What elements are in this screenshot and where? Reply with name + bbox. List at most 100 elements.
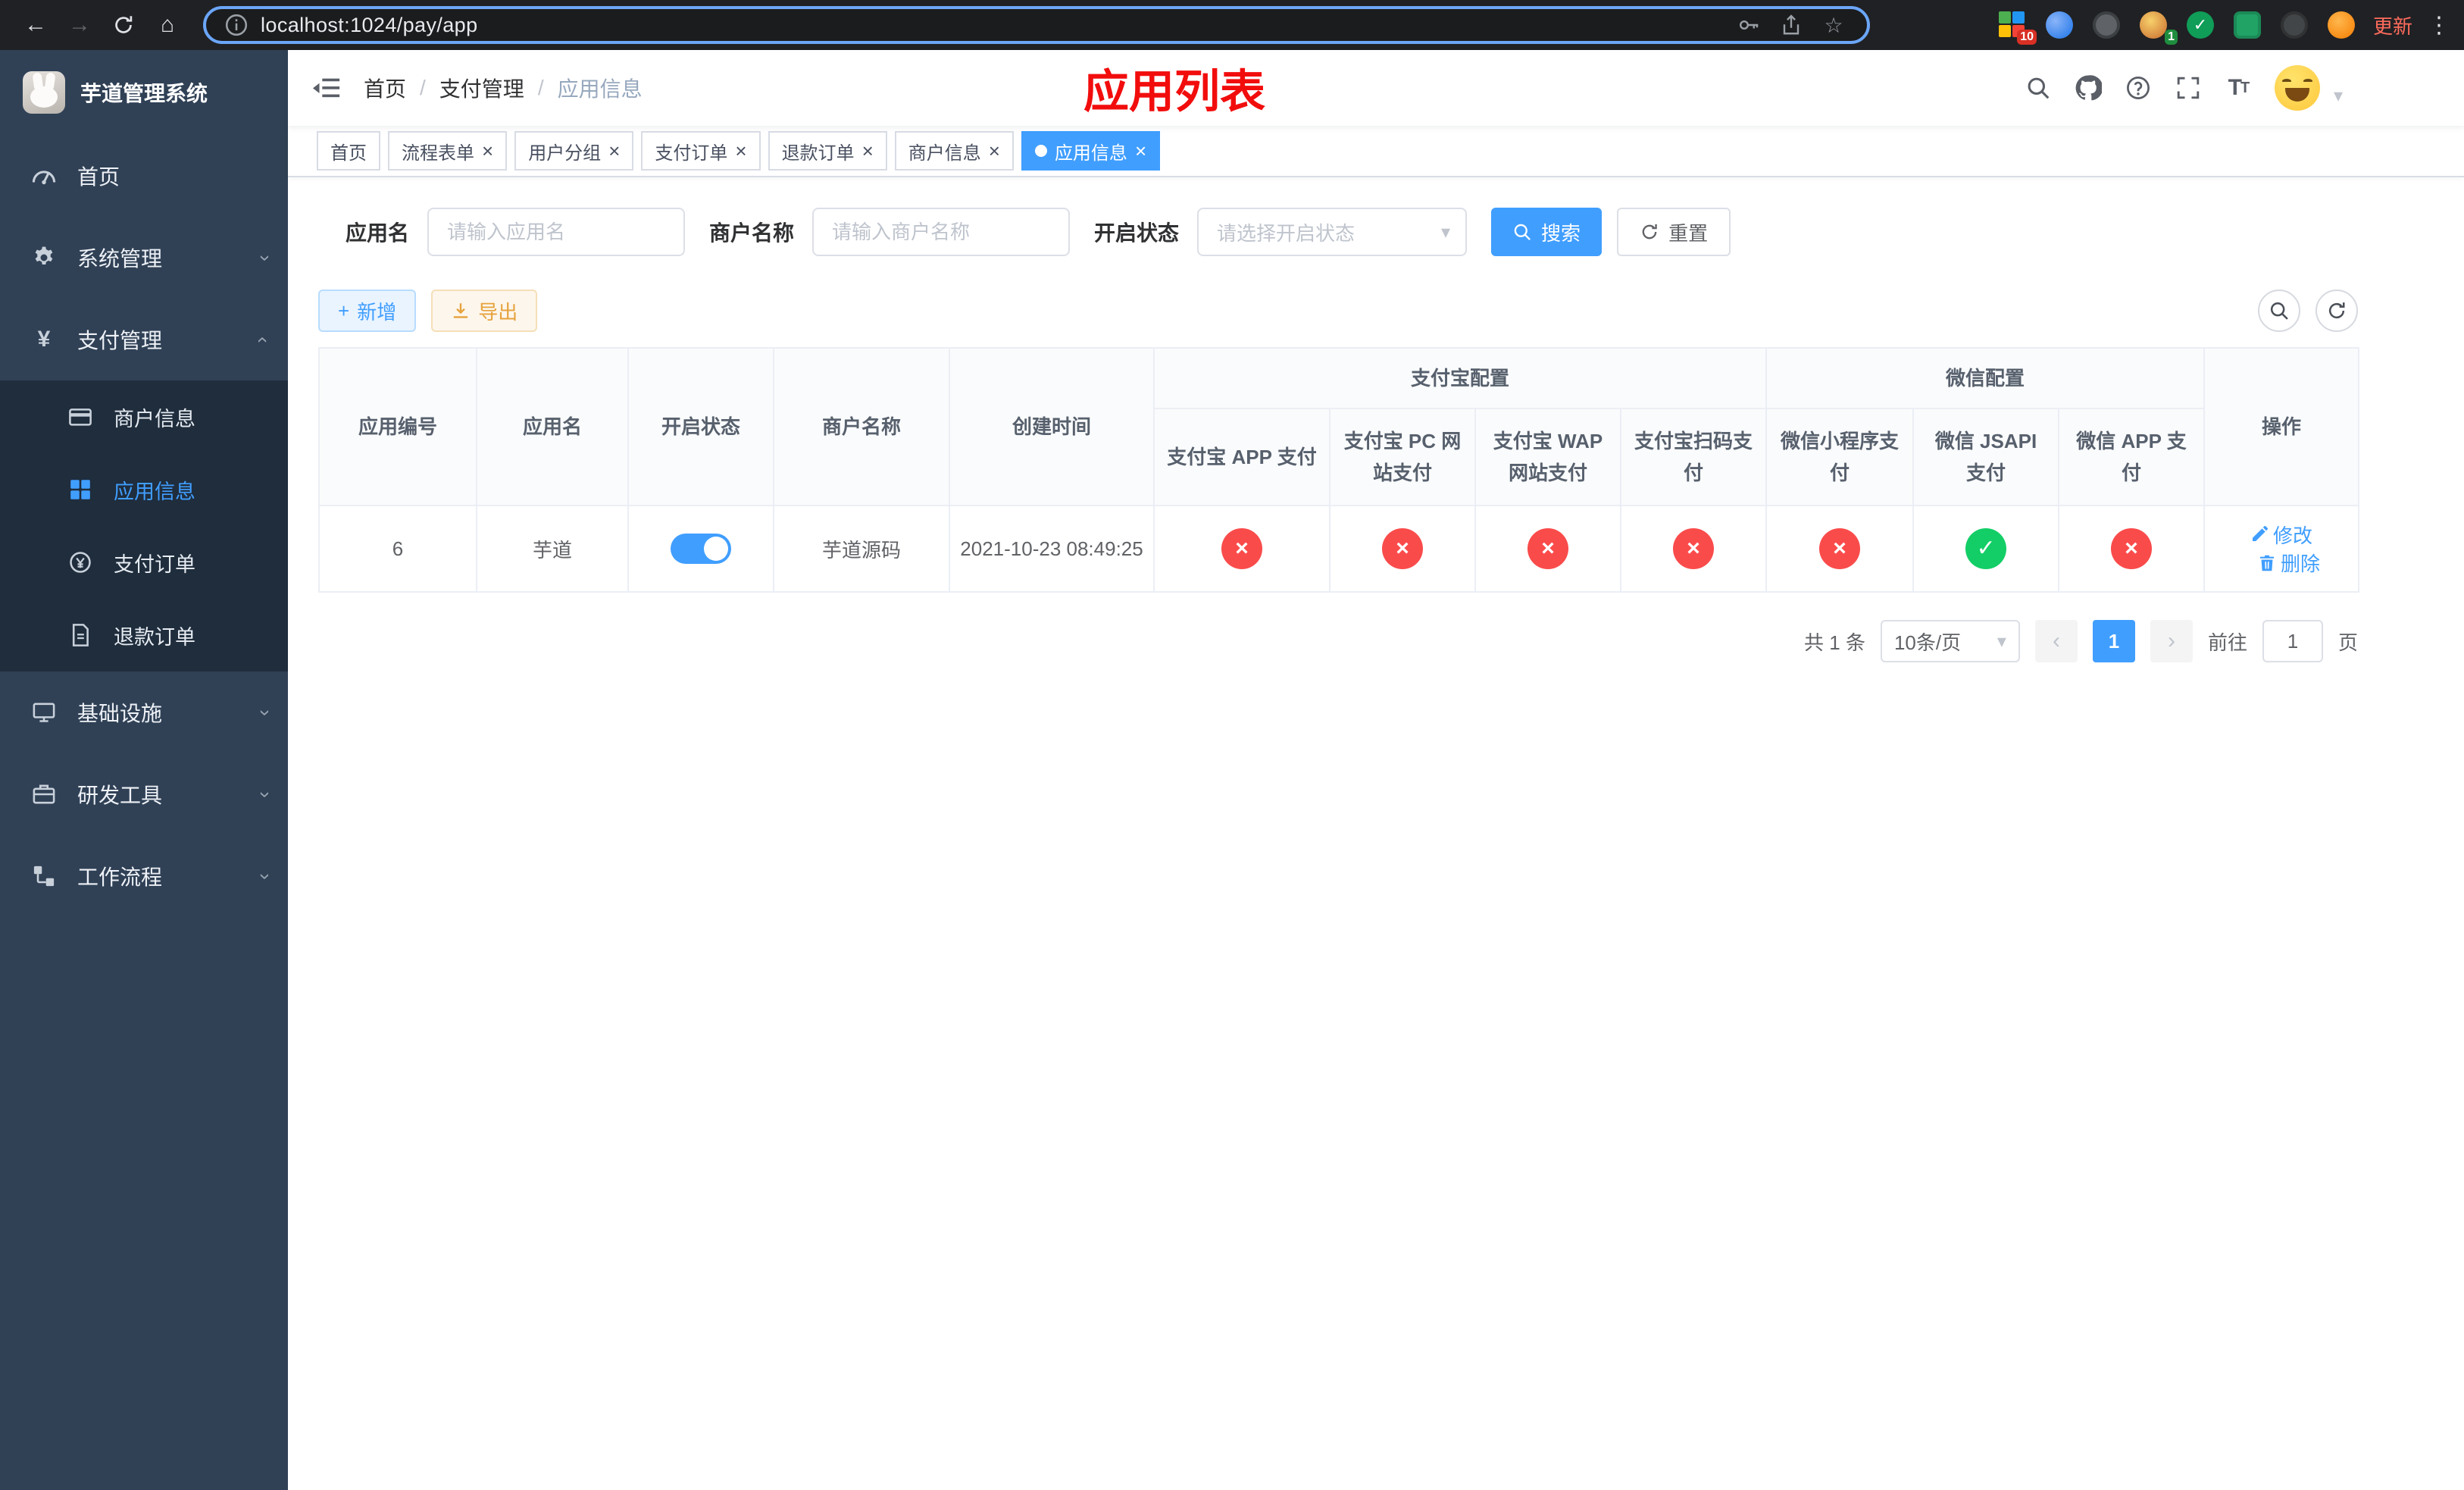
site-info-icon[interactable]: [224, 13, 249, 37]
tab-label: 首页: [330, 142, 367, 164]
sidebar-toggle-icon[interactable]: [312, 74, 341, 102]
sidebar-item-refund-order[interactable]: 退款订单: [0, 599, 288, 671]
reset-button[interactable]: 重置: [1617, 208, 1731, 256]
edit-link[interactable]: 修改: [2250, 521, 2312, 549]
home-icon[interactable]: ⌂: [147, 5, 188, 45]
next-page-button[interactable]: ›: [2150, 620, 2193, 662]
breadcrumb-home[interactable]: 首页: [364, 73, 406, 103]
sidebar-menu: 首页 系统管理 ‹ ¥ 支付管理 ‹ 商户信息 应用信息 支付订单 退款订单 基…: [0, 135, 288, 917]
extension-drop-icon[interactable]: [2045, 11, 2073, 39]
cell-alipay-pc: ×: [1329, 505, 1476, 593]
reload-icon[interactable]: [103, 5, 144, 45]
browser-menu-icon[interactable]: ⋮: [2428, 12, 2450, 39]
sidebar-item-infrastructure[interactable]: 基础设施 ‹: [0, 671, 288, 753]
table-toolbar: + 新增 导出: [318, 290, 2358, 332]
tab-app-info[interactable]: 应用信息 ×: [1021, 131, 1161, 171]
tab-refund-order[interactable]: 退款订单 ×: [768, 131, 887, 171]
sidebar-item-home[interactable]: 首页: [0, 135, 288, 217]
sidebar-item-app-info[interactable]: 应用信息: [0, 453, 288, 526]
tab-label: 流程表单: [402, 142, 474, 164]
cell-wechat-jsapi: ✓: [1912, 505, 2060, 593]
close-icon[interactable]: ×: [862, 141, 874, 161]
sidebar-item-workflow[interactable]: 工作流程 ‹: [0, 835, 288, 917]
extension-grid-icon[interactable]: 10: [1998, 11, 2037, 45]
prev-page-button[interactable]: ‹: [2034, 620, 2078, 662]
tab-pay-order[interactable]: 支付订单 ×: [641, 131, 761, 171]
share-icon[interactable]: [1776, 14, 1806, 36]
close-icon[interactable]: ×: [735, 141, 746, 161]
app-name-input[interactable]: [427, 208, 686, 256]
status-select[interactable]: 请选择开启状态 ▾: [1197, 208, 1468, 256]
user-avatar[interactable]: [2274, 65, 2320, 111]
status-toggle[interactable]: [671, 534, 731, 564]
tab-label: 用户分组: [528, 142, 602, 164]
address-bar[interactable]: localhost:1024/pay/app ☆: [203, 6, 1870, 44]
font-size-icon[interactable]: TT: [2225, 74, 2252, 102]
extension-check-icon[interactable]: ✓: [2186, 11, 2214, 39]
github-icon[interactable]: [2075, 74, 2102, 102]
breadcrumb: 首页 / 支付管理 / 应用信息: [364, 73, 643, 103]
document-icon: [67, 623, 94, 647]
toolbox-icon: [30, 782, 58, 806]
tab-label: 商户信息: [908, 142, 981, 164]
sidebar-item-pay-order[interactable]: 支付订单: [0, 526, 288, 599]
total-count: 共 1 条: [1804, 631, 1865, 654]
app-logo[interactable]: 芋道管理系统: [0, 50, 288, 135]
reset-button-label: 重置: [1668, 221, 1709, 245]
export-button-label: 导出: [478, 300, 518, 324]
page-title: 应用列表: [1083, 66, 1265, 117]
forward-icon[interactable]: →: [59, 5, 100, 45]
sidebar-item-dev-tools[interactable]: 研发工具 ‹: [0, 753, 288, 835]
col-header-actions: 操作: [2203, 347, 2360, 506]
current-page-button[interactable]: 1: [2092, 620, 2135, 662]
extension-puzzle-icon[interactable]: [2280, 11, 2308, 39]
x-circle-icon: ×: [1819, 528, 1861, 569]
tab-process-form[interactable]: 流程表单 ×: [388, 131, 508, 171]
monitor-icon: [30, 700, 58, 725]
help-icon[interactable]: [2125, 74, 2152, 102]
extension-avatar-icon[interactable]: 1: [2139, 11, 2178, 45]
tab-label: 退款订单: [781, 142, 855, 164]
merchant-name-input[interactable]: [812, 208, 1071, 256]
back-icon[interactable]: ←: [15, 5, 56, 45]
close-icon[interactable]: ×: [608, 141, 620, 161]
goto-page-input[interactable]: [2262, 620, 2323, 662]
delete-link[interactable]: 删除: [2258, 549, 2320, 577]
url-text[interactable]: localhost:1024/pay/app: [261, 14, 1721, 37]
search-button-label: 搜索: [1541, 221, 1581, 245]
export-button[interactable]: 导出: [431, 290, 538, 332]
add-button[interactable]: + 新增: [318, 290, 417, 332]
toggle-search-button[interactable]: [2258, 290, 2300, 332]
tab-home[interactable]: 首页: [317, 131, 380, 171]
tab-merchant-info[interactable]: 商户信息 ×: [894, 131, 1014, 171]
avatar-caret-icon[interactable]: ▾: [2334, 85, 2343, 107]
extension-green-square-icon[interactable]: [2233, 11, 2261, 39]
top-navbar: 首页 / 支付管理 / 应用信息 应用列表 TT ▾: [288, 50, 2464, 126]
sidebar-item-payment[interactable]: ¥ 支付管理 ‹: [0, 299, 288, 380]
sidebar-item-system[interactable]: 系统管理 ‹: [0, 217, 288, 299]
breadcrumb-payment[interactable]: 支付管理: [439, 73, 524, 103]
extension-badge: 10: [2017, 30, 2037, 45]
bookmark-star-icon[interactable]: ☆: [1818, 13, 1849, 38]
close-icon[interactable]: ×: [482, 141, 493, 161]
sidebar-item-merchant-info[interactable]: 商户信息: [0, 380, 288, 453]
page-content: 应用名 商户名称 开启状态 请选择开启状态 ▾ 搜索 重置 + 新增 导出: [288, 177, 2464, 1490]
close-icon[interactable]: ×: [1135, 141, 1146, 161]
cell-merchant: 芋道源码: [773, 505, 950, 593]
refresh-button[interactable]: [2315, 290, 2358, 332]
search-icon[interactable]: [2025, 74, 2052, 102]
extension-face-icon[interactable]: [2327, 11, 2355, 39]
close-icon[interactable]: ×: [989, 141, 1000, 161]
status-label: 开启状态: [1094, 221, 1180, 245]
extension-dark-icon[interactable]: [2092, 11, 2120, 39]
group-header-alipay: 支付宝配置: [1152, 347, 1768, 409]
breadcrumb-current: 应用信息: [557, 77, 643, 101]
col-header-wechat-app: 微信 APP 支付: [2058, 408, 2206, 506]
search-button[interactable]: 搜索: [1491, 208, 1603, 256]
fullscreen-icon[interactable]: [2175, 74, 2202, 102]
tab-user-group[interactable]: 用户分组 ×: [514, 131, 634, 171]
key-icon[interactable]: [1734, 14, 1764, 36]
browser-update-button[interactable]: 更新: [2373, 11, 2412, 39]
page-size-select[interactable]: 10条/页 ▾: [1880, 620, 2020, 662]
x-circle-icon: ×: [1527, 528, 1568, 569]
